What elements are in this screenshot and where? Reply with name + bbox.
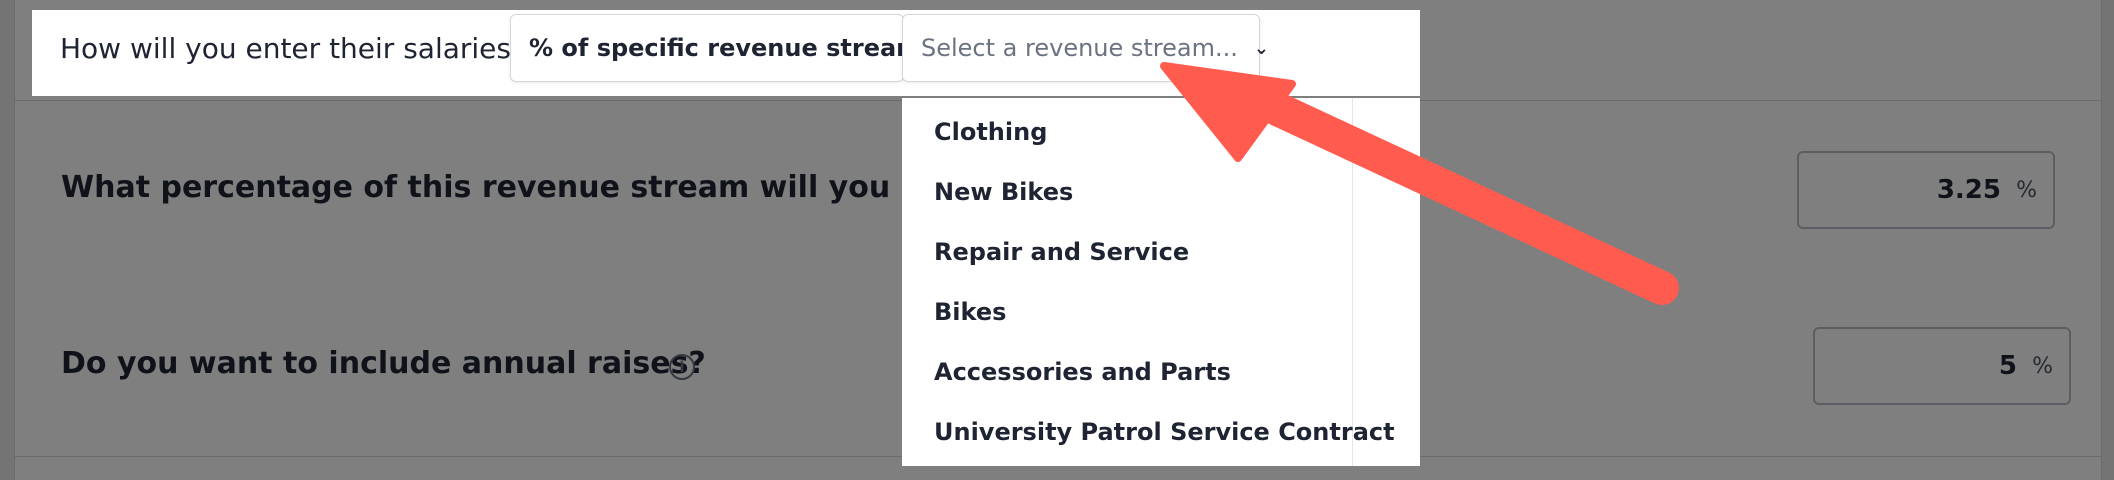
arrow-head — [1160, 62, 1296, 162]
red-arrow-annotation — [1160, 62, 1679, 305]
arrow-shaft — [1241, 83, 1679, 305]
